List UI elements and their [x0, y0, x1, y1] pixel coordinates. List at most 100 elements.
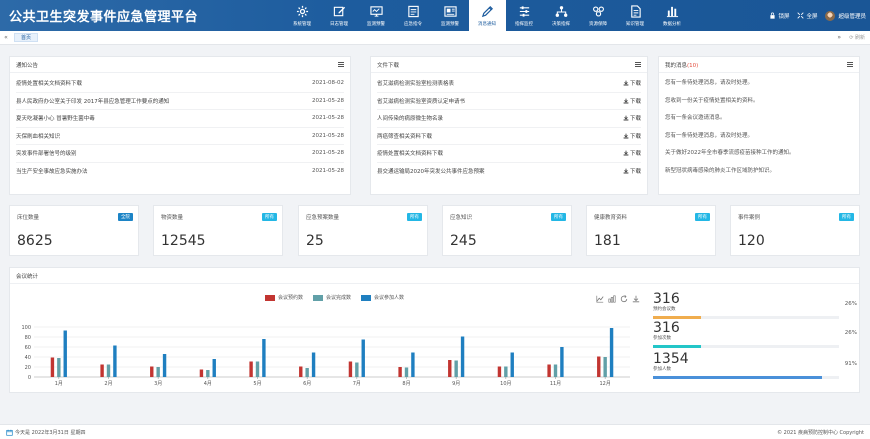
file-item-name[interactable]: 省艾滋病检测实验室资质认定申请书 — [377, 97, 465, 105]
file-panel: 文件下载 省艾滋病检测实验室检测表格表 下载 省艾滋病检测实验室资质认定申请书 下载人… — [370, 56, 648, 195]
nav-item-11[interactable]: 数据分析 — [654, 0, 691, 31]
nav-item-1[interactable]: 系统管理 — [284, 0, 321, 31]
bar[interactable] — [50, 357, 55, 378]
bar[interactable] — [106, 364, 111, 378]
bar[interactable] — [113, 345, 117, 378]
notice-item[interactable]: 县人民政府办公室关于印发 2017年县应急管理工作要点的通知 2021-05-28 — [16, 93, 344, 110]
bar[interactable] — [497, 366, 502, 378]
notice-item-title: 疫情处置相关文档资料下载 — [16, 81, 83, 88]
bar[interactable] — [460, 336, 465, 378]
message-item[interactable]: 您有一条会议邀请消息。 — [665, 110, 853, 128]
file-item-name[interactable]: 县交通运输局2020年突发公共事件应急预案 — [377, 167, 485, 175]
nav-item-8[interactable]: 决策指挥 — [543, 0, 580, 31]
bar[interactable] — [553, 364, 558, 378]
bar[interactable] — [212, 359, 216, 377]
bar[interactable] — [454, 360, 458, 378]
bar[interactable] — [150, 366, 154, 378]
message-item[interactable]: 您收到一份关于疫情处置相关的资料。 — [665, 93, 853, 111]
meeting-panel-header: 会议统计 — [10, 268, 859, 284]
bar[interactable] — [57, 358, 61, 377]
message-item[interactable]: 您有一条待处理消息，请及时处理。 — [665, 75, 853, 93]
download-icon — [623, 133, 629, 139]
file-item-name[interactable]: 人间传染的病原微生物名录 — [377, 114, 443, 122]
bar[interactable] — [299, 366, 303, 378]
bar[interactable] — [249, 361, 253, 378]
copyright: © 2021 疾病预防控制中心 Copyright — [777, 429, 864, 436]
file-item-name[interactable]: 两癌筛查相关资料下载 — [377, 132, 432, 140]
nav-item-3[interactable]: 监测预警 — [358, 0, 395, 31]
download-button[interactable]: 下载 — [623, 167, 641, 175]
lock-screen-button[interactable]: 锁屏 — [769, 12, 789, 20]
stat-badge: 所有 — [695, 213, 710, 221]
download-button[interactable]: 下载 — [623, 114, 641, 122]
message-item[interactable]: 您有一条待处理消息，请及时处理。 — [665, 128, 853, 146]
bar[interactable] — [448, 360, 452, 377]
nav-item-7[interactable]: 指挥监控 — [506, 0, 543, 31]
bar[interactable] — [156, 367, 160, 377]
bar[interactable] — [609, 328, 614, 377]
nav-item-10[interactable]: 知识管理 — [617, 0, 654, 31]
download-button[interactable]: 下载 — [623, 149, 641, 157]
tab-home[interactable]: 首页 — [14, 33, 39, 42]
notice-item[interactable]: 当生产安全事故应急实施办法 2021-05-28 — [16, 163, 344, 181]
bar[interactable] — [262, 339, 266, 377]
tab-scroll-right-button[interactable]: » — [837, 34, 841, 41]
file-item-name[interactable]: 疫情处置相关文档资料下载 — [377, 149, 443, 157]
bar[interactable] — [560, 347, 564, 377]
notice-item-title: 夏天吃凝暑小心 冒暑野生菌中毒 — [16, 116, 95, 123]
fullscreen-button[interactable]: 全屏 — [797, 12, 817, 20]
bar[interactable] — [255, 361, 260, 378]
bar[interactable] — [63, 330, 67, 378]
bar[interactable] — [603, 357, 607, 377]
message-count: (10) — [687, 62, 699, 69]
notice-item[interactable]: 疫情处置相关文档资料下载 2021-08-02 — [16, 75, 344, 93]
file-panel-header: 文件下载 — [371, 57, 647, 73]
nav-item-2[interactable]: 日志管理 — [321, 0, 358, 31]
notice-item[interactable]: 夏天吃凝暑小心 冒暑野生菌中毒 2021-05-28 — [16, 110, 344, 128]
kpi-progress-fill — [653, 376, 823, 379]
bar[interactable] — [361, 339, 365, 378]
nav-item-4[interactable]: 应急指令 — [395, 0, 432, 31]
bar[interactable] — [355, 362, 359, 378]
message-item[interactable]: 关于做好2022年全市春季流感疫苗接种工作的通知。 — [665, 145, 853, 163]
download-label: 下载 — [629, 151, 641, 158]
bar[interactable] — [547, 364, 551, 378]
bar[interactable] — [311, 352, 316, 378]
notice-item[interactable]: 天保刷血相关知识 2021-05-28 — [16, 128, 344, 145]
download-button[interactable]: 下载 — [623, 132, 641, 140]
nav-item-9[interactable]: 资源保障 — [580, 0, 617, 31]
refresh-button[interactable]: ⟳ 刷新 — [849, 34, 865, 42]
bar[interactable] — [305, 368, 309, 377]
nav-item-6[interactable]: 消息通知 — [469, 0, 506, 31]
menu-icon[interactable] — [635, 62, 641, 67]
file-item-name[interactable]: 省艾滋病检测实验室检测表格表 — [377, 79, 454, 87]
menu-icon[interactable] — [338, 62, 344, 67]
bar[interactable] — [504, 366, 508, 378]
bar[interactable] — [162, 354, 167, 377]
download-button[interactable]: 下载 — [623, 97, 641, 105]
bar[interactable] — [404, 367, 409, 378]
bar[interactable] — [199, 369, 204, 378]
meeting-bar-chart: 0 20 40 60 80 100 1月 2月 3月 4月 5月 6月 7月 8月 9月 10月 11月 12月 — [21, 325, 630, 387]
bar[interactable] — [100, 364, 104, 378]
menu-icon[interactable] — [847, 62, 853, 67]
bar[interactable] — [597, 356, 601, 378]
bar[interactable] — [398, 367, 402, 377]
bar[interactable] — [411, 352, 415, 378]
kpi-percent: 26% — [844, 330, 857, 336]
kpi-label: 参加次数 — [653, 336, 671, 341]
notice-panel-header: 通知公告 — [10, 57, 350, 73]
nav-item-5[interactable]: 监测预警 — [432, 0, 469, 31]
bar[interactable] — [510, 352, 514, 378]
message-item[interactable]: 新型冠状病毒感染的肺炎工作区域防护知识。 — [665, 163, 853, 181]
stat-card: 床位数量 全院 8625 — [9, 205, 139, 256]
notice-item[interactable]: 突发事件部署信号的级别 2021-05-28 — [16, 145, 344, 163]
user-menu[interactable]: 超级管理员 — [825, 10, 866, 21]
bar[interactable] — [348, 361, 353, 378]
y-tick-label: 0 — [28, 375, 31, 381]
bar[interactable] — [206, 370, 210, 377]
download-button[interactable]: 下载 — [623, 79, 641, 87]
stat-badge: 所有 — [262, 213, 277, 221]
tab-scroll-left-button[interactable]: « — [0, 34, 12, 41]
download-icon — [623, 115, 629, 121]
